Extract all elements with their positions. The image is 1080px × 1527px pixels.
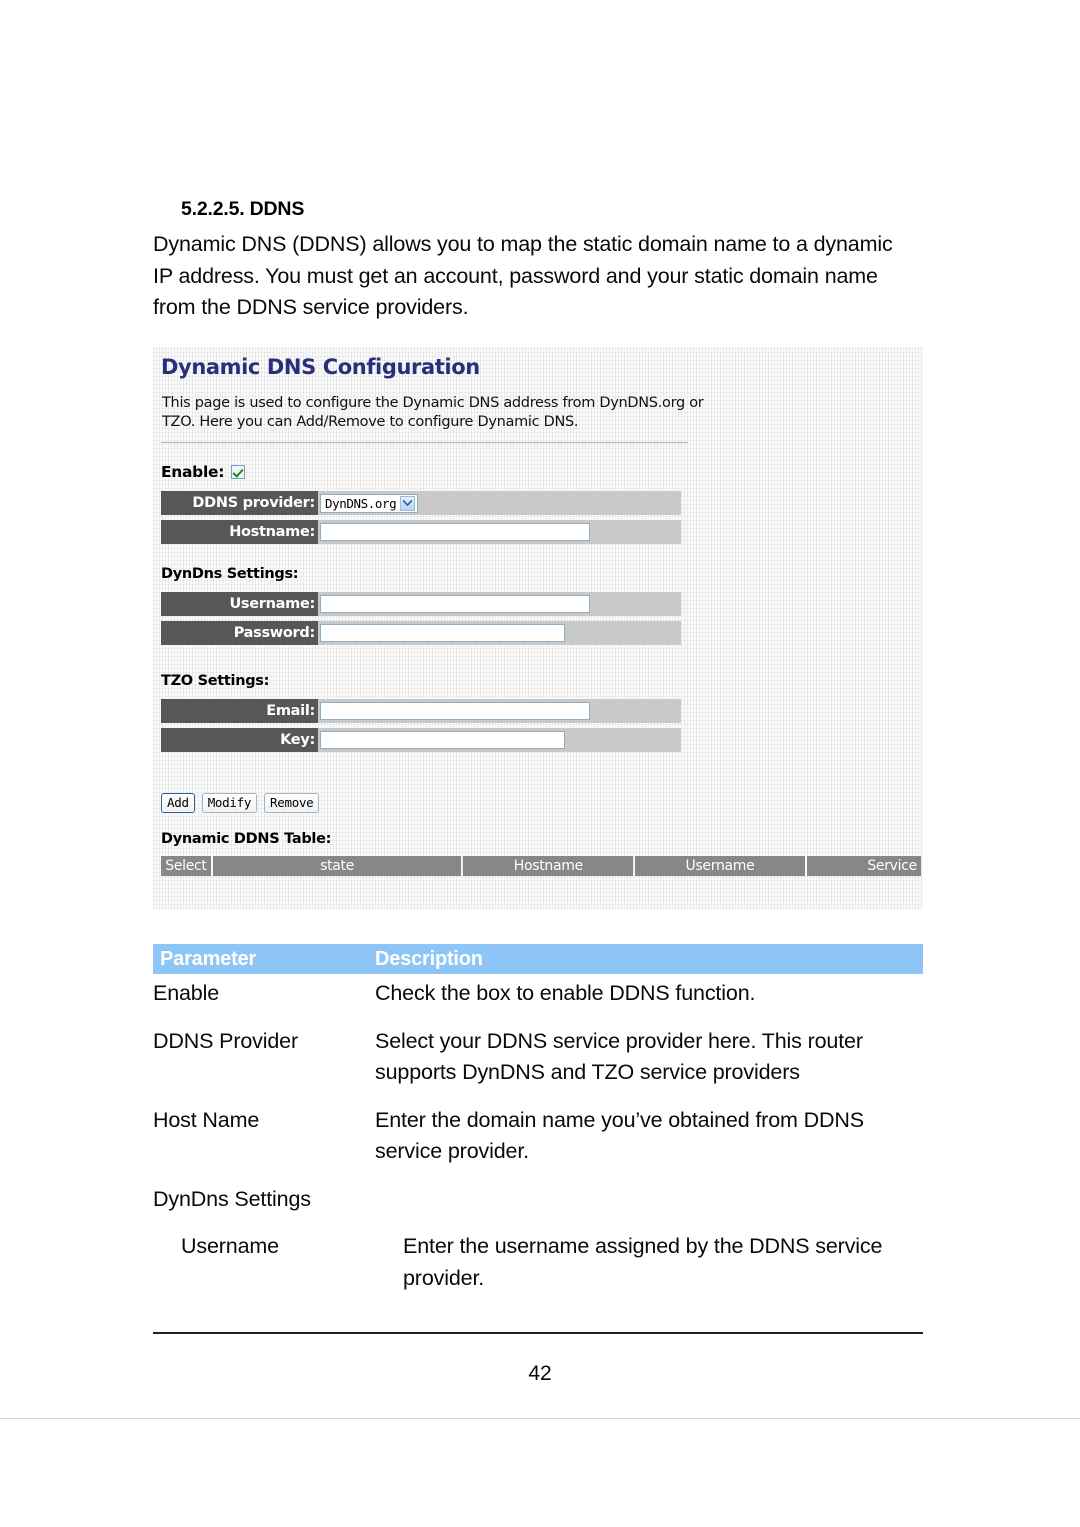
column-header-parameter: Parameter bbox=[160, 947, 257, 970]
ddns-table-header-row: Select state Hostname Username Service bbox=[161, 856, 921, 876]
dyndns-username-input[interactable] bbox=[320, 595, 590, 613]
column-header-description: Description bbox=[375, 947, 483, 970]
parameter-table-body: Enable Check the box to enable DDNS funct… bbox=[153, 978, 923, 1310]
ddns-provider-select[interactable]: DynDNS.org bbox=[320, 493, 419, 513]
table-row: DynDns Settings bbox=[153, 1184, 923, 1216]
enable-label: Enable: bbox=[161, 463, 225, 481]
ddns-table-title: Dynamic DDNS Table: bbox=[161, 831, 332, 847]
ddns-provider-value: DynDNS.org bbox=[325, 495, 397, 511]
dyndns-password-input[interactable] bbox=[320, 624, 565, 642]
dyndns-settings-title: DynDns Settings: bbox=[161, 566, 299, 582]
table-row: Enable Check the box to enable DDNS funct… bbox=[153, 978, 923, 1010]
footer-divider bbox=[153, 1332, 923, 1334]
chevron-down-icon[interactable] bbox=[400, 495, 416, 511]
screenshot-title: Dynamic DNS Configuration bbox=[161, 355, 480, 379]
hostname-input[interactable] bbox=[320, 523, 590, 541]
dyndns-password-label: Password: bbox=[161, 621, 318, 645]
description-cell: Enter the username assigned by the DDNS … bbox=[403, 1234, 883, 1290]
table-row: Host Name Enter the domain name you’ve ob… bbox=[153, 1105, 923, 1168]
tzo-key-input[interactable] bbox=[320, 731, 565, 749]
tzo-email-label: Email: bbox=[161, 699, 318, 723]
dyndns-username-label: Username: bbox=[161, 592, 318, 616]
hostname-row: Hostname: bbox=[161, 520, 681, 544]
column-header-username[interactable]: Username bbox=[635, 856, 805, 876]
parameter-cell: Host Name bbox=[153, 1107, 260, 1132]
table-row: DDNS Provider Select your DDNS service pr… bbox=[153, 1026, 923, 1089]
ddns-provider-label: DDNS provider: bbox=[161, 491, 318, 515]
parameter-cell: DynDns Settings bbox=[153, 1186, 311, 1211]
parameter-cell: Enable bbox=[153, 981, 220, 1005]
modify-button[interactable]: Modify bbox=[201, 793, 258, 813]
intro-paragraph: Dynamic DNS (DDNS) allows you to map the… bbox=[153, 232, 893, 319]
divider bbox=[161, 442, 688, 443]
router-config-screenshot: Dynamic DNS Configuration This page is u… bbox=[153, 347, 923, 909]
parameter-table-header: Parameter Description bbox=[153, 944, 923, 974]
column-header-hostname[interactable]: Hostname bbox=[463, 856, 634, 876]
tzo-email-row: Email: bbox=[161, 699, 681, 723]
tzo-email-input[interactable] bbox=[320, 702, 590, 720]
description-cell: Select your DDNS service provider here. … bbox=[375, 1028, 863, 1085]
column-header-service[interactable]: Service bbox=[806, 856, 921, 876]
page-edge-divider bbox=[0, 1418, 1080, 1419]
add-button[interactable]: Add bbox=[161, 793, 195, 813]
parameter-cell: Username bbox=[181, 1234, 279, 1258]
document-page: 5.2.2.5. DDNS Dynamic DNS (DDNS) allows … bbox=[0, 0, 1080, 1527]
tzo-settings-title: TZO Settings: bbox=[161, 673, 270, 689]
page-number: 42 bbox=[528, 1362, 552, 1385]
dyndns-password-row: Password: bbox=[161, 621, 681, 645]
tzo-key-row: Key: bbox=[161, 728, 681, 752]
ddns-provider-row: DDNS provider: DynDNS.org bbox=[161, 491, 681, 515]
enable-row: Enable: bbox=[161, 463, 246, 481]
remove-button[interactable]: Remove bbox=[264, 793, 320, 813]
enable-checkbox[interactable] bbox=[231, 465, 246, 479]
page-title: 5.2.2.5. DDNS bbox=[181, 198, 305, 220]
screenshot-description: This page is used to configure the Dynam… bbox=[162, 395, 704, 430]
description-cell: Check the box to enable DDNS function. bbox=[375, 981, 756, 1005]
action-button-bar: Add Modify Remove bbox=[161, 793, 320, 813]
column-header-select[interactable]: Select bbox=[161, 856, 211, 876]
tzo-key-label: Key: bbox=[161, 728, 318, 752]
hostname-label: Hostname: bbox=[161, 520, 318, 544]
dyndns-username-row: Username: bbox=[161, 592, 681, 616]
table-row: Username Enter the username assigned by t… bbox=[153, 1231, 923, 1294]
parameter-cell: DDNS Provider bbox=[153, 1028, 299, 1053]
column-header-state[interactable]: state bbox=[212, 856, 462, 876]
description-cell: Enter the domain name you’ve obtained fr… bbox=[375, 1107, 864, 1164]
